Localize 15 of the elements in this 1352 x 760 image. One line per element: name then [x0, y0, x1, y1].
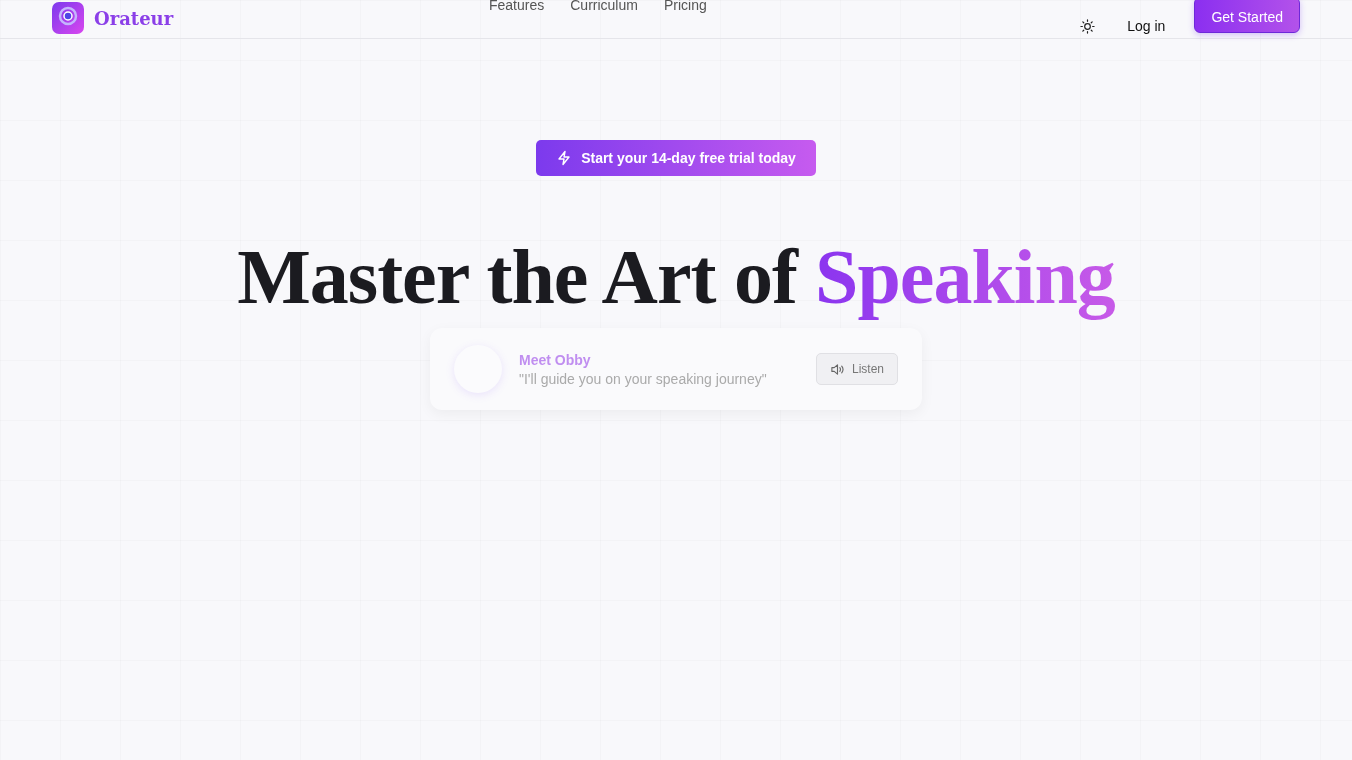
nav-link[interactable]: Pricing: [663, 0, 707, 13]
nav-link[interactable]: Curriculum: [570, 0, 638, 13]
listen-button[interactable]: Listen: [815, 353, 898, 385]
headline: Master the Art of: [237, 234, 797, 320]
nav-link[interactable]: Features: [489, 0, 545, 13]
sun-icon: [1080, 18, 1096, 34]
mascot-name: Meet Obby: [519, 351, 592, 368]
get-started-button[interactable]: Get Started: [1194, 0, 1300, 33]
logo-icon[interactable]: [52, 2, 84, 34]
mascot-quote: "I'll guide you on your speaking journey": [519, 370, 768, 387]
theme-toggle-button[interactable]: [1080, 18, 1096, 34]
trial-button[interactable]: Start your 14-day free trial today: [536, 140, 816, 176]
speaker-icon: [829, 361, 845, 377]
brand-name[interactable]: Orateur: [94, 7, 174, 29]
login-link[interactable]: Log in: [1127, 18, 1166, 34]
